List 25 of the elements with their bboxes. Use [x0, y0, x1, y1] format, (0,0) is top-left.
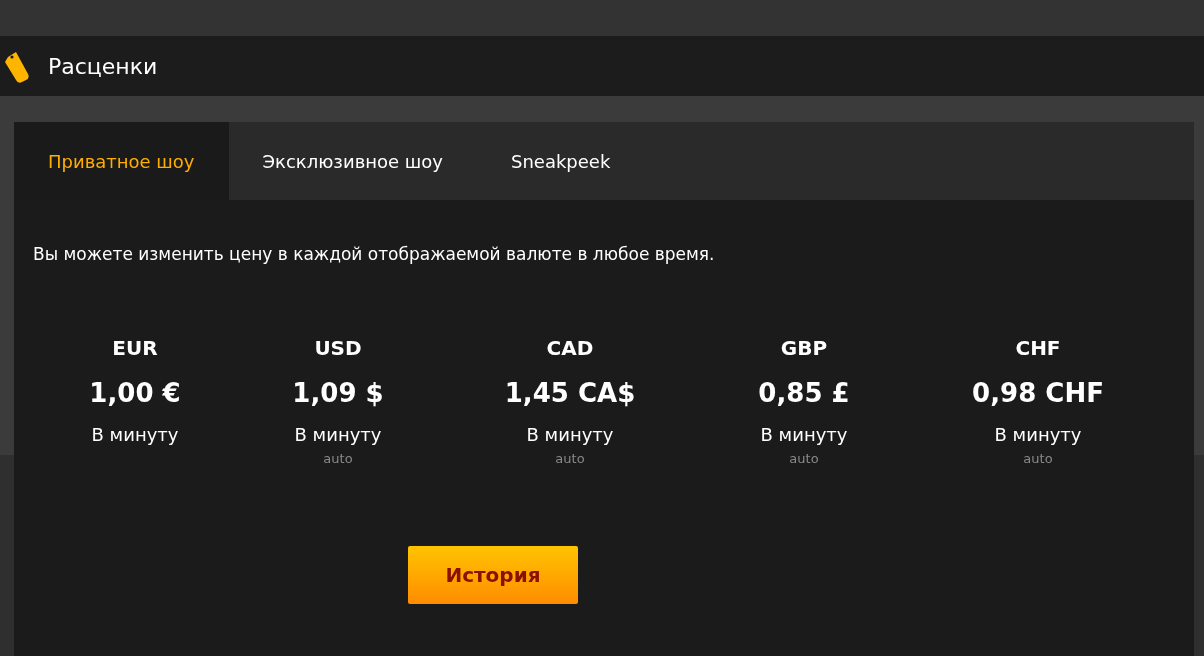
- description-text: Вы можете изменить цену в каждой отображаемой валюте в любое время.: [33, 244, 716, 264]
- price-value: 0,85 £: [758, 378, 850, 410]
- history-button[interactable]: История: [408, 546, 578, 604]
- auto-note: auto: [789, 451, 819, 466]
- auto-note: auto: [555, 451, 585, 466]
- tab[interactable]: Эксклюзивное шоу: [228, 122, 477, 200]
- auto-note: auto: [323, 451, 353, 466]
- price-unit: В минуту: [760, 424, 848, 445]
- currency-code: EUR: [112, 336, 158, 362]
- section-title: Расценки: [48, 53, 158, 79]
- auto-note: auto: [1023, 451, 1053, 466]
- currency-code: USD: [314, 336, 362, 362]
- currency-code: CAD: [546, 336, 594, 362]
- currency-code: GBP: [780, 336, 828, 362]
- price-unit: В минуту: [526, 424, 614, 445]
- price-unit: В минуту: [994, 424, 1082, 445]
- price-value: 0,98 CHF: [972, 378, 1104, 410]
- price-value: 1,45 CA$: [504, 378, 636, 410]
- price-value: 1,09 $: [292, 378, 384, 410]
- currency-code: CHF: [1015, 336, 1061, 362]
- tab[interactable]: Приватное шоу: [14, 122, 229, 200]
- price-value: 1,00 €: [89, 378, 181, 410]
- price-unit: В минуту: [91, 424, 179, 445]
- tab[interactable]: Sneakpeek: [476, 122, 645, 200]
- price-unit: В минуту: [294, 424, 382, 445]
